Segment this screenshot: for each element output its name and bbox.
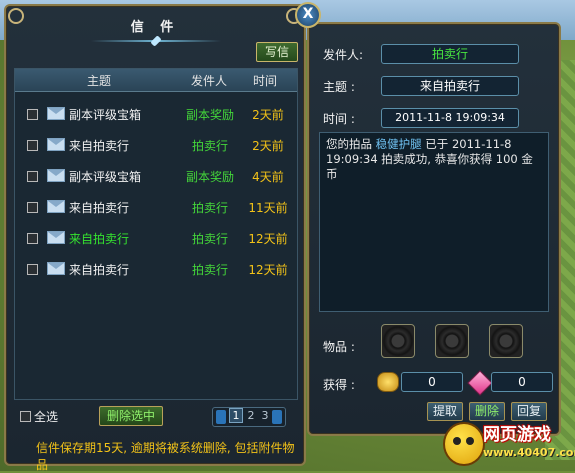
- row-checkbox[interactable]: [27, 202, 38, 213]
- subject-label: 主题 :: [323, 80, 355, 94]
- page-2[interactable]: 2: [245, 409, 257, 422]
- gold-amount-field: 0: [401, 372, 463, 392]
- sender-field: 拍卖行: [381, 44, 519, 64]
- row-time: 11天前: [248, 201, 288, 215]
- row-sender: 拍卖行: [191, 139, 228, 153]
- row-time: 4天前: [252, 170, 284, 184]
- mail-row[interactable]: 来自拍卖行 拍卖行 11天前: [15, 194, 297, 220]
- attachment-slot-2[interactable]: [435, 324, 469, 358]
- prev-page-icon[interactable]: [216, 410, 226, 424]
- select-all-label[interactable]: 全选: [34, 408, 58, 425]
- envelope-icon: [47, 200, 65, 213]
- close-button[interactable]: X: [295, 2, 321, 28]
- items-label: 物品 :: [323, 340, 355, 354]
- write-mail-button[interactable]: 写信: [256, 42, 298, 62]
- row-sender: 拍卖行: [191, 201, 228, 215]
- sender-label: 发件人:: [323, 48, 364, 62]
- row-checkbox[interactable]: [27, 109, 38, 120]
- row-time: 12天前: [248, 232, 288, 246]
- envelope-icon: [47, 262, 65, 275]
- header-sender: 发件人: [191, 74, 228, 88]
- row-subject: 副本评级宝箱: [69, 170, 142, 184]
- gold-coin-icon: [377, 372, 399, 392]
- mail-detail-panel: X 发件人: 拍卖行 主题 : 来自拍卖行 时间 : 2011-11-8 19:…: [295, 2, 561, 436]
- row-sender: 副本奖励: [185, 108, 234, 122]
- mail-row[interactable]: 来自拍卖行 拍卖行 12天前: [15, 256, 297, 282]
- select-all-checkbox[interactable]: [20, 411, 31, 422]
- row-sender: 拍卖行: [191, 263, 228, 277]
- gem-icon: [467, 370, 493, 396]
- row-time: 12天前: [248, 263, 288, 277]
- row-subject: 来自拍卖行: [69, 201, 130, 215]
- body-prefix: 您的拍品: [326, 137, 376, 151]
- receive-label: 获得 :: [323, 378, 355, 392]
- row-checkbox[interactable]: [27, 140, 38, 151]
- delete-selected-button[interactable]: 删除选中: [99, 406, 163, 426]
- list-header: 主题 发件人 时间: [15, 69, 297, 92]
- row-subject: 来自拍卖行: [69, 232, 130, 246]
- row-subject: 来自拍卖行: [69, 263, 130, 277]
- attachment-slot-3[interactable]: [489, 324, 523, 358]
- page-3[interactable]: 3: [259, 409, 271, 422]
- site-watermark-logo: 网页游戏 www.40407.com: [443, 418, 575, 468]
- row-time: 2天前: [252, 139, 284, 153]
- row-sender: 拍卖行: [191, 232, 228, 246]
- header-subject: 主题: [87, 74, 112, 88]
- time-label: 时间 :: [323, 112, 355, 126]
- row-checkbox[interactable]: [27, 264, 38, 275]
- mail-list: 主题 发件人 时间 副本评级宝箱 副本奖励 2天前 来自拍卖行 拍卖行 2天前 …: [14, 68, 298, 400]
- row-subject: 副本评级宝箱: [69, 108, 142, 122]
- panel-title: 信 件: [130, 20, 180, 35]
- mail-row-selected[interactable]: 来自拍卖行 拍卖行 12天前: [15, 225, 297, 251]
- row-checkbox[interactable]: [27, 171, 38, 182]
- row-checkbox[interactable]: [27, 233, 38, 244]
- pagination: 1 2 3: [212, 407, 286, 427]
- title-gem-icon: [150, 35, 162, 47]
- envelope-icon: [47, 169, 65, 182]
- row-sender: 副本奖励: [185, 170, 234, 184]
- header-time: 时间: [253, 74, 278, 88]
- retention-note: 信件保存期15天, 逾期将被系统删除, 包括附件物品: [36, 441, 295, 472]
- subject-field: 来自拍卖行: [381, 76, 519, 96]
- mail-row[interactable]: 来自拍卖行 拍卖行 2天前: [15, 132, 297, 158]
- mail-row[interactable]: 副本评级宝箱 副本奖励 2天前: [15, 101, 297, 127]
- watermark-url: www.40407.com: [483, 446, 575, 459]
- body-item-name[interactable]: 稳健护腿: [376, 137, 422, 151]
- page-1[interactable]: 1: [229, 408, 243, 423]
- gem-amount-field: 0: [491, 372, 553, 392]
- envelope-icon: [47, 231, 65, 244]
- mascot-icon: [443, 422, 485, 466]
- mail-body: 您的拍品 稳健护腿 已于 2011-11-8 19:09:34 拍卖成功, 恭喜…: [319, 132, 549, 312]
- time-field: 2011-11-8 19:09:34: [381, 108, 519, 128]
- next-page-icon[interactable]: [272, 410, 282, 424]
- row-subject: 来自拍卖行: [69, 139, 130, 153]
- attachment-slot-1[interactable]: [381, 324, 415, 358]
- mail-list-panel: 信 件 写信 主题 发件人 时间 副本评级宝箱 副本奖励 2天前 来自拍卖行 拍…: [4, 4, 306, 472]
- watermark-title: 网页游戏: [483, 425, 551, 445]
- envelope-icon: [47, 138, 65, 151]
- mail-row[interactable]: 副本评级宝箱 副本奖励 4天前: [15, 163, 297, 189]
- envelope-icon: [47, 107, 65, 120]
- row-time: 2天前: [252, 108, 284, 122]
